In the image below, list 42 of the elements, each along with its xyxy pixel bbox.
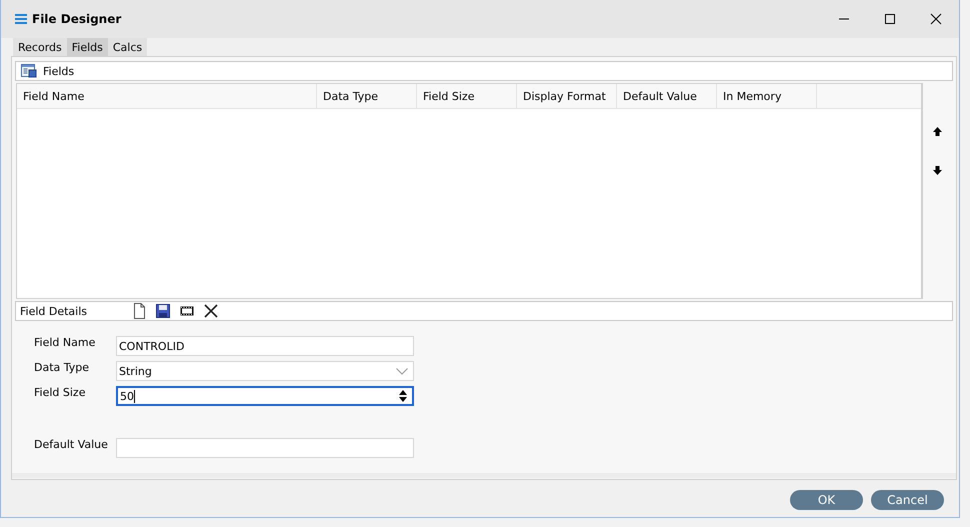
column-header[interactable]: Display Format xyxy=(517,84,617,108)
spinner-arrows-icon[interactable] xyxy=(399,390,407,402)
column-header[interactable]: Field Size xyxy=(417,84,517,108)
maximize-icon xyxy=(884,13,896,25)
chevron-down-icon xyxy=(396,368,408,374)
section-title: Fields xyxy=(43,64,74,78)
column-header[interactable]: Field Name xyxy=(17,84,317,108)
arrow-up-icon xyxy=(933,127,942,136)
close-icon xyxy=(930,13,942,25)
film-button[interactable] xyxy=(180,305,194,317)
dialog-button[interactable]: OK xyxy=(790,490,863,510)
spinner-field[interactable]: 50 xyxy=(116,386,414,406)
field-label: Default Value xyxy=(34,438,109,451)
move-down-button[interactable] xyxy=(933,166,942,175)
input-field[interactable]: CONTROLID xyxy=(116,336,414,356)
delete-icon xyxy=(204,304,218,318)
input-field[interactable] xyxy=(116,438,414,458)
window-title: File Designer xyxy=(32,12,122,26)
save-button[interactable] xyxy=(156,304,170,318)
field-value: 50 xyxy=(120,390,135,402)
save-icon xyxy=(156,304,170,318)
column-header[interactable]: In Memory xyxy=(717,84,817,108)
section-title: Field Details xyxy=(20,304,88,318)
move-up-button[interactable] xyxy=(933,127,942,136)
field-label: Data Type xyxy=(34,361,90,374)
column-header[interactable]: Default Value xyxy=(617,84,717,108)
delete-button[interactable] xyxy=(204,304,218,318)
film-strip-icon xyxy=(180,305,194,317)
dropdown[interactable]: String xyxy=(116,361,414,381)
tab[interactable]: Calcs xyxy=(108,38,148,56)
column-header[interactable]: Data Type xyxy=(317,84,417,108)
field-label: Field Size xyxy=(34,386,86,399)
field-label: Field Name xyxy=(34,336,96,349)
table-window-icon xyxy=(21,63,37,79)
field-value: CONTROLID xyxy=(119,340,184,352)
dialog-button[interactable]: Cancel xyxy=(871,490,944,510)
field-value: String xyxy=(119,364,152,378)
new-button[interactable] xyxy=(132,303,146,319)
tab[interactable]: Records xyxy=(13,38,67,56)
menu-icon xyxy=(15,14,27,24)
tab[interactable]: Fields xyxy=(66,38,108,56)
arrow-down-icon xyxy=(933,166,942,175)
